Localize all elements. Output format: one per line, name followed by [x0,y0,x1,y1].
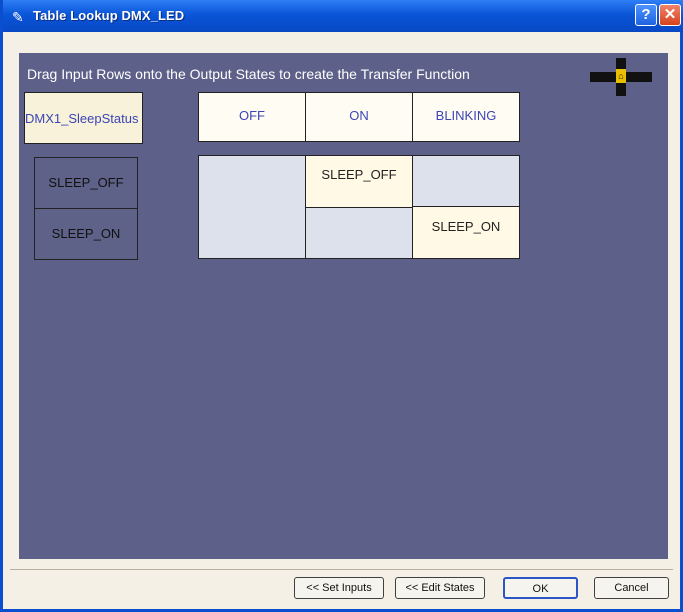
window-title: Table Lookup DMX_LED [33,8,185,23]
title-bar[interactable]: ✎ Table Lookup DMX_LED ? ✕ [3,0,683,32]
input-row-sleep-on[interactable]: SLEEP_ON [34,208,138,260]
output-state-on[interactable]: ON [305,92,413,142]
help-button[interactable]: ? [635,4,657,26]
drop-cell-on-sleep-off[interactable]: SLEEP_OFF [305,155,413,208]
home-icon[interactable]: ⌂ [616,69,626,83]
output-state-off[interactable]: OFF [198,92,306,142]
input-row-sleep-off[interactable]: SLEEP_OFF [34,157,138,209]
footer-divider [10,569,673,570]
cancel-button[interactable]: Cancel [594,577,669,599]
drop-cell-blinking-empty[interactable] [412,155,520,207]
instruction-text: Drag Input Rows onto the Output States t… [27,66,470,82]
drop-cell-off[interactable] [198,155,306,259]
close-button[interactable]: ✕ [659,4,681,26]
drop-cell-blinking-sleep-on[interactable]: SLEEP_ON [412,206,520,259]
input-header: DMX1_SleepStatus [24,92,143,144]
app-icon: ✎ [12,9,24,25]
pan-navigator-icon[interactable]: ⌂ [590,58,652,96]
set-inputs-button[interactable]: << Set Inputs [294,577,384,599]
output-state-blinking[interactable]: BLINKING [412,92,520,142]
drop-cell-on-empty[interactable] [305,207,413,259]
ok-button[interactable]: OK [503,577,578,599]
edit-states-button[interactable]: << Edit States [395,577,485,599]
